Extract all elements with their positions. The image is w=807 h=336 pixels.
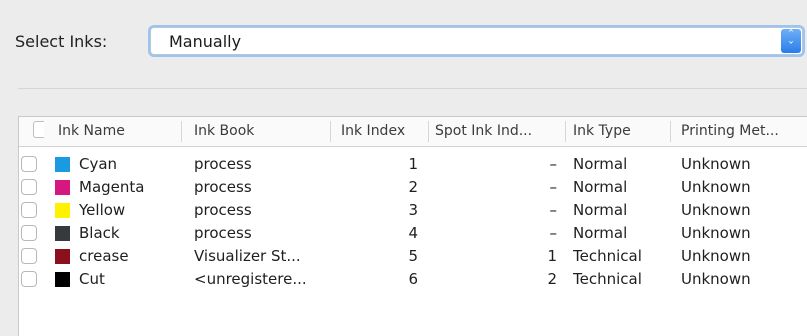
ink-name: crease bbox=[79, 247, 129, 265]
printing-method: Unknown bbox=[681, 224, 751, 242]
printing-method: Unknown bbox=[681, 155, 751, 173]
row-checkbox[interactable] bbox=[21, 179, 37, 195]
column-header-ink-name[interactable]: Ink Name bbox=[58, 117, 180, 146]
ink-type: Technical bbox=[573, 247, 642, 265]
column-header-printing-method[interactable]: Printing Met... bbox=[681, 117, 803, 146]
column-divider bbox=[181, 121, 182, 142]
ink-selection-panel: Select Inks: Manually ˄ ˅ bbox=[0, 0, 807, 116]
column-header-ink-index[interactable]: Ink Index bbox=[341, 117, 426, 146]
spot-ink-index: 2 bbox=[547, 270, 557, 288]
ink-color-swatch bbox=[55, 180, 70, 195]
table-row[interactable]: Cut <unregistere... 6 2 Technical Unknow… bbox=[19, 268, 807, 291]
ink-book: process bbox=[194, 178, 252, 196]
select-inks-dropdown[interactable]: Manually ˄ ˅ bbox=[150, 27, 803, 55]
divider bbox=[18, 88, 807, 89]
ink-color-swatch bbox=[55, 203, 70, 218]
ink-name: Magenta bbox=[79, 178, 145, 196]
ink-book: process bbox=[194, 201, 252, 219]
ink-color-swatch bbox=[55, 249, 70, 264]
table-row[interactable]: Yellow process 3 – Normal Unknown bbox=[19, 199, 807, 222]
row-checkbox[interactable] bbox=[21, 248, 37, 264]
row-checkbox[interactable] bbox=[21, 202, 37, 218]
ink-name: Black bbox=[79, 224, 120, 242]
ink-index: 4 bbox=[408, 224, 418, 242]
spot-ink-index: – bbox=[549, 178, 558, 196]
ink-color-swatch bbox=[55, 272, 70, 287]
ink-index: 6 bbox=[408, 270, 418, 288]
table-row[interactable]: Magenta process 2 – Normal Unknown bbox=[19, 176, 807, 199]
ink-color-swatch bbox=[55, 157, 70, 172]
printing-method: Unknown bbox=[681, 178, 751, 196]
printing-method: Unknown bbox=[681, 247, 751, 265]
column-header-spot-ink-index[interactable]: Spot Ink Ind... bbox=[435, 117, 560, 146]
spot-ink-index: – bbox=[549, 155, 558, 173]
ink-color-swatch bbox=[55, 226, 70, 241]
ink-book: process bbox=[194, 155, 252, 173]
ink-index: 5 bbox=[408, 247, 418, 265]
column-divider bbox=[428, 121, 429, 142]
ink-index: 1 bbox=[408, 155, 418, 173]
ink-name: Cut bbox=[79, 270, 105, 288]
ink-type: Normal bbox=[573, 201, 628, 219]
ink-index: 3 bbox=[408, 201, 418, 219]
ink-index: 2 bbox=[408, 178, 418, 196]
table-row[interactable]: Black process 4 – Normal Unknown bbox=[19, 222, 807, 245]
ink-type: Technical bbox=[573, 270, 642, 288]
select-all-checkbox[interactable] bbox=[33, 121, 44, 138]
chevron-up-down-icon[interactable]: ˄ ˅ bbox=[781, 29, 801, 53]
ink-type: Normal bbox=[573, 224, 628, 242]
column-divider bbox=[330, 121, 331, 142]
printing-method: Unknown bbox=[681, 270, 751, 288]
table-row[interactable]: crease Visualizer St... 5 1 Technical Un… bbox=[19, 245, 807, 268]
ink-book: process bbox=[194, 224, 252, 242]
ink-type: Normal bbox=[573, 178, 628, 196]
select-inks-value: Manually bbox=[169, 32, 242, 51]
row-checkbox[interactable] bbox=[21, 225, 37, 241]
table-header: Ink Name Ink Book Ink Index Spot Ink Ind… bbox=[19, 117, 807, 147]
spot-ink-index: – bbox=[549, 201, 558, 219]
column-header-ink-book[interactable]: Ink Book bbox=[194, 117, 324, 146]
spot-ink-index: 1 bbox=[547, 247, 557, 265]
ink-book: Visualizer St... bbox=[194, 247, 301, 265]
column-divider bbox=[670, 121, 671, 142]
ink-table: Ink Name Ink Book Ink Index Spot Ink Ind… bbox=[18, 116, 807, 336]
column-divider bbox=[565, 121, 566, 142]
row-checkbox[interactable] bbox=[21, 156, 37, 172]
table-row[interactable]: Cyan process 1 – Normal Unknown bbox=[19, 153, 807, 176]
select-inks-label: Select Inks: bbox=[15, 32, 108, 51]
column-header-ink-type[interactable]: Ink Type bbox=[573, 117, 668, 146]
printing-method: Unknown bbox=[681, 201, 751, 219]
row-checkbox[interactable] bbox=[21, 271, 37, 287]
ink-name: Yellow bbox=[79, 201, 126, 219]
ink-name: Cyan bbox=[79, 155, 118, 173]
spot-ink-index: – bbox=[549, 224, 558, 242]
ink-type: Normal bbox=[573, 155, 628, 173]
ink-book: <unregistere... bbox=[194, 270, 307, 288]
